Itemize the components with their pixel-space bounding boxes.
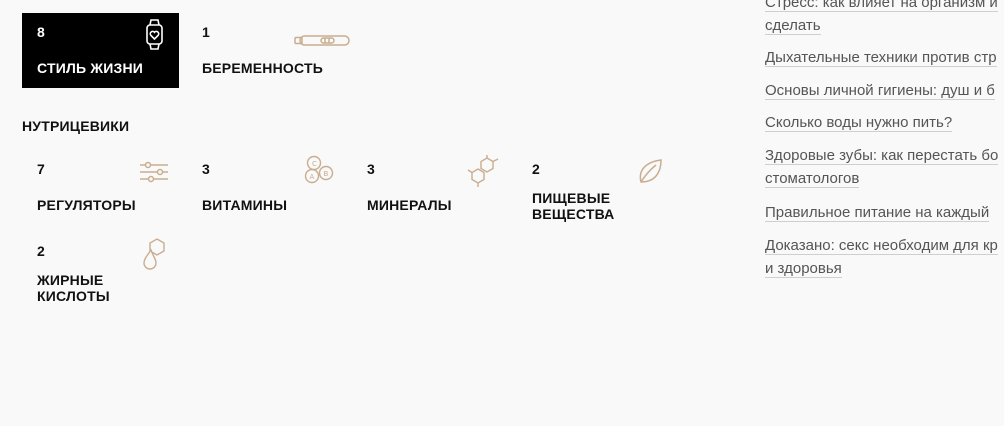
leaf-icon (632, 154, 666, 188)
nutrient-label-line2: вещества (532, 206, 615, 222)
article-line: Здоровые зубы: как перестать бо (765, 147, 999, 165)
article-link[interactable]: Основы личной гигиены: душ и б (765, 79, 995, 102)
article-link[interactable]: Дыхательные техники против стр (765, 46, 997, 69)
article-link[interactable]: Доказано: секс необходим для кр и здоров… (765, 234, 998, 280)
molecule-icon (467, 154, 501, 188)
article-link[interactable]: Правильное питание на каждый (765, 201, 990, 224)
article-line: сделать (765, 17, 821, 35)
nutrient-tile-nutrients[interactable]: 2 Пищевые вещества (517, 150, 674, 225)
category-label: Беременность (202, 60, 323, 76)
nutrient-label-line2: кислоты (37, 288, 110, 304)
category-label: Стиль жизни (37, 60, 144, 76)
category-tile-pregnancy[interactable]: 1 Беременность (187, 13, 350, 88)
article-link[interactable]: Стресс: как влияет на организм и сделать (765, 0, 998, 37)
nutrients-section-title: НУТРИЦЕВИКИ (22, 118, 130, 134)
sliders-icon (137, 154, 171, 188)
nutrient-tile-regulators[interactable]: 7 Регуляторы (22, 150, 179, 225)
nutrient-label: Витамины (202, 197, 288, 213)
article-line: Дыхательные техники против стр (765, 49, 997, 67)
article-line: стоматологов (765, 170, 860, 188)
smartwatch-heart-icon (137, 17, 171, 51)
svg-text:B: B (324, 170, 329, 178)
article-line: Правильное питание на каждый (765, 204, 990, 222)
article-line: Стресс: как влияет на организм и (765, 0, 998, 12)
nutrient-label: Минералы (367, 197, 452, 213)
article-link[interactable]: Сколько воды нужно пить? (765, 111, 953, 134)
article-line: Основы личной гигиены: душ и б (765, 82, 995, 100)
oil-drop-icon (137, 236, 171, 270)
nutrient-label: Пищевые вещества (532, 190, 615, 222)
article-line: и здоровья (765, 260, 842, 278)
nutrient-tile-minerals[interactable]: 3 Минералы (352, 150, 509, 225)
article-link[interactable]: Здоровые зубы: как перестать бо стоматол… (765, 144, 999, 190)
nutrient-tile-fatty-acids[interactable]: 2 Жирные кислоты (22, 232, 179, 307)
article-line: Сколько воды нужно пить? (765, 114, 953, 132)
pregnancy-test-icon (294, 17, 350, 51)
nutrient-tile-vitamins[interactable]: 3 C A B Витамины (187, 150, 344, 225)
nutrient-label: Регуляторы (37, 197, 136, 213)
nutrient-label-line1: Жирные (37, 272, 104, 288)
category-tile-lifestyle[interactable]: 8 Стиль жизни (22, 13, 179, 88)
nutrient-label-line1: Пищевые (532, 190, 611, 206)
nutrient-label: Жирные кислоты (37, 272, 110, 304)
svg-text:A: A (310, 173, 315, 181)
svg-text:C: C (312, 160, 317, 168)
article-line: Доказано: секс необходим для кр (765, 237, 998, 255)
vitamins-abc-icon: C A B (302, 154, 336, 188)
